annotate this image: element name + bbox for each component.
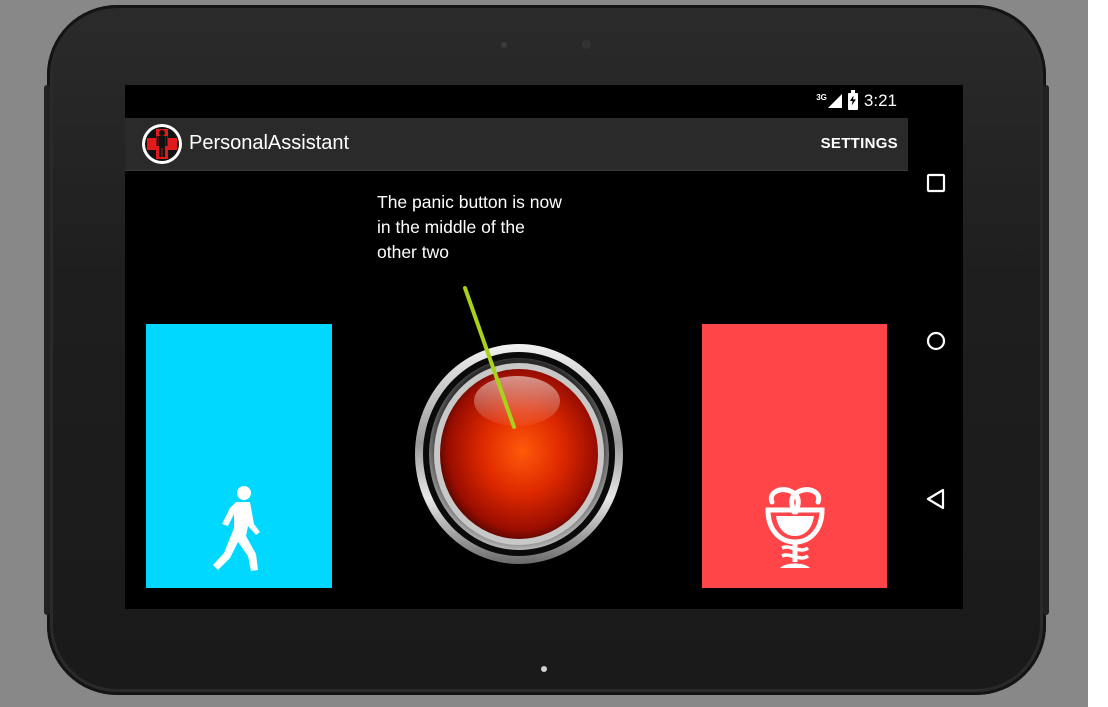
recent-apps-square-icon	[926, 173, 945, 193]
walk-tile-button[interactable]	[146, 324, 332, 588]
home-button[interactable]	[908, 330, 963, 380]
home-circle-icon	[926, 331, 945, 351]
battery-charging-icon	[847, 89, 858, 110]
medical-caduceus-icon	[765, 487, 825, 568]
action-bar: PersonalAssistant SETTINGS	[125, 118, 908, 171]
status-time: 3:21	[863, 91, 897, 110]
stage: 3G 3:21 PersonalAssistant SETTINGS The p…	[0, 0, 1108, 707]
tablet-side-edge-left	[44, 85, 50, 615]
annotation-line: The panic button is now	[377, 192, 562, 212]
notification-led-icon	[541, 666, 547, 672]
back-triangle-icon	[926, 488, 944, 510]
annotation-line: other two	[377, 242, 449, 262]
annotation-line: in the middle of the	[377, 217, 525, 237]
red-cross-person-icon	[142, 124, 182, 164]
medical-tile-button[interactable]	[702, 324, 887, 588]
app-title: PersonalAssistant	[189, 132, 350, 154]
annotation-text: The panic button is now in the middle of…	[377, 190, 597, 265]
navigation-bar	[908, 118, 963, 609]
background-strip	[1088, 0, 1108, 707]
signal-icon: 3G	[816, 93, 842, 108]
back-button[interactable]	[908, 487, 963, 537]
recent-apps-button[interactable]	[908, 173, 963, 223]
front-camera-icon	[582, 40, 591, 49]
panic-button[interactable]	[414, 343, 624, 565]
settings-button[interactable]: SETTINGS	[821, 135, 898, 152]
status-bar: 3G 3:21	[125, 85, 963, 118]
status-indicators: 3G 3:21	[816, 89, 897, 111]
tablet-side-edge-right	[1043, 85, 1049, 615]
network-type-label: 3G	[816, 93, 827, 102]
device-screen: 3G 3:21 PersonalAssistant SETTINGS The p…	[125, 85, 963, 609]
front-sensor-icon	[501, 42, 507, 48]
walking-person-icon	[213, 486, 260, 571]
